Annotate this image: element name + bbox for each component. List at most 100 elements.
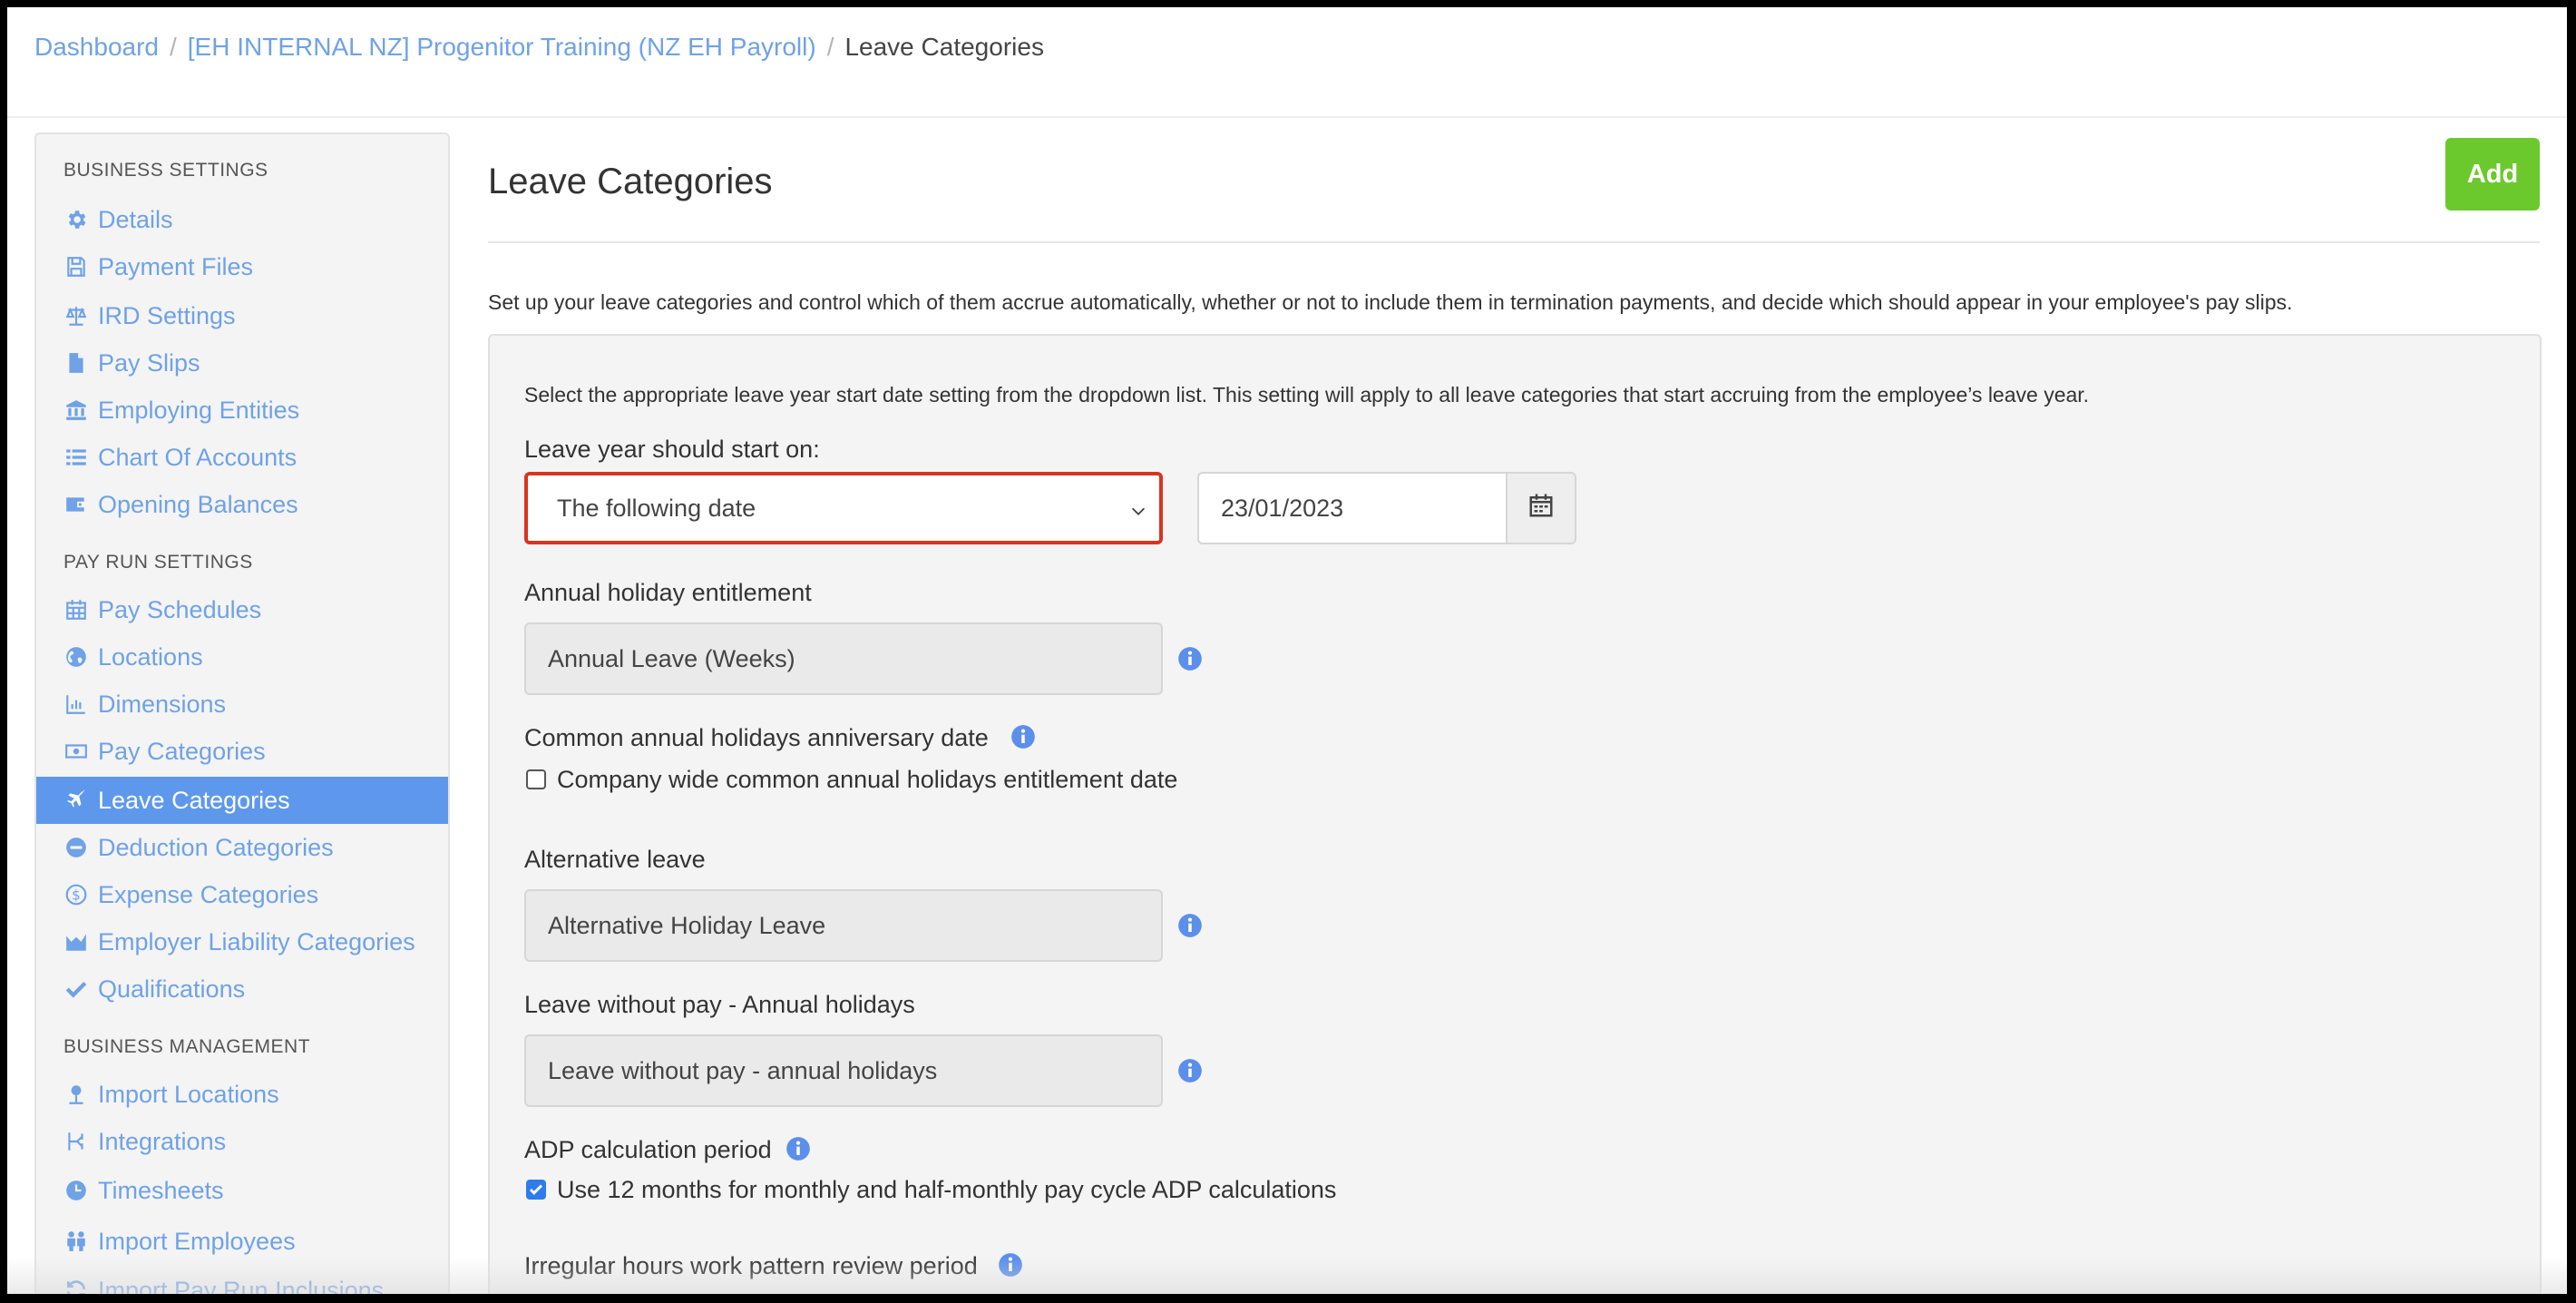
breadcrumb-separator: / [826,33,834,61]
sidebar-item-import-locations[interactable]: Import Locations [36,1071,448,1118]
breadcrumb: Dashboard / [EH INTERNAL NZ] Progenitor Tr… [34,31,1044,64]
info-icon[interactable] [998,1252,1023,1278]
alternative-leave-select[interactable]: Alternative Holiday Leave [524,889,1163,962]
common-anniversary-checkbox[interactable] [526,769,546,789]
area-chart-icon [63,929,89,955]
sidebar-item-label: Import Pay Run Inclusions [98,1276,385,1295]
scale-icon [63,303,89,328]
sidebar-item-label: Opening Balances [98,490,298,518]
title-divider [488,241,2540,243]
sidebar-item-pay-schedules[interactable]: Pay Schedules [36,586,448,633]
sidebar-item-expense-categories[interactable]: $ Expense Categories [36,871,448,918]
sidebar-item-qualifications[interactable]: Qualifications [36,965,448,1013]
breadcrumb-business[interactable]: [EH INTERNAL NZ] Progenitor Training (NZ… [188,33,816,61]
breadcrumb-dashboard[interactable]: Dashboard [34,33,159,61]
svg-text:$: $ [72,887,81,903]
clock-icon [63,1178,89,1203]
chevron-down-icon [1128,499,1148,527]
sidebar-item-pay-categories[interactable]: Pay Categories [36,728,448,775]
list-icon [63,445,89,470]
info-icon[interactable] [785,1136,811,1161]
check-icon [63,976,89,1002]
floppy-icon [63,254,89,279]
alternative-leave-label: Alternative leave [524,846,706,873]
sidebar-item-opening-balances[interactable]: Opening Balances [36,481,448,528]
breadcrumb-current: Leave Categories [844,33,1044,61]
sidebar-item-pay-slips[interactable]: Pay Slips [36,339,448,387]
leave-without-pay-value: Leave without pay - annual holidays [548,1056,938,1084]
sidebar-item-label: Pay Schedules [98,595,262,623]
sidebar-heading-business-management: BUSINESS MANAGEMENT [63,1036,311,1057]
sidebar-item-timesheets[interactable]: Timesheets [36,1167,448,1214]
sidebar-item-label: Import Employees [98,1227,296,1255]
info-icon[interactable] [1177,1058,1203,1083]
alternative-leave-value: Alternative Holiday Leave [548,911,826,939]
sidebar-item-label: Details [98,205,173,233]
sidebar-item-dimensions[interactable]: Dimensions [36,681,448,728]
calendar-icon [63,597,89,622]
adp-period-label: ADP calculation period [524,1136,772,1163]
leave-year-date-value: 23/01/2023 [1221,494,1344,522]
sidebar-item-label: Pay Categories [98,737,266,765]
sidebar-item-label: Locations [98,642,203,671]
sidebar-item-details[interactable]: Details [36,196,448,243]
minus-circle-icon [63,835,89,860]
leave-year-date-input[interactable]: 23/01/2023 [1197,472,1508,544]
header-divider [7,116,2567,118]
add-button[interactable]: Add [2445,138,2540,211]
sidebar-item-locations[interactable]: Locations [36,633,448,681]
gear-icon [63,207,89,232]
common-anniversary-checkbox-label[interactable]: Company wide common annual holidays enti… [557,766,1177,794]
sidebar-item-import-employees[interactable]: Import Employees [36,1218,448,1265]
info-icon[interactable] [1010,724,1036,749]
leave-year-label: Leave year should start on: [524,436,820,463]
leave-without-pay-select[interactable]: Leave without pay - annual holidays [524,1034,1163,1107]
leave-year-start-select[interactable]: The following date [524,472,1163,544]
leave-settings-panel: Select the appropriate leave year start … [488,334,2542,1294]
map-pin-icon [63,1082,89,1107]
adp-12-months-checkbox[interactable] [526,1180,546,1200]
refresh-icon [63,1278,89,1294]
sidebar-item-payment-files[interactable]: Payment Files [36,243,448,290]
wallet-icon [63,492,89,517]
page-title: Leave Categories [488,162,773,201]
sidebar-item-integrations[interactable]: Integrations [36,1118,448,1165]
app-window: Dashboard / [EH INTERNAL NZ] Progenitor Tr… [7,7,2567,1294]
leave-year-start-value: The following date [557,494,756,522]
sidebar-item-employer-liability-categories[interactable]: Employer Liability Categories [36,918,448,965]
breadcrumb-separator: / [169,33,177,61]
sidebar-item-label: Chart Of Accounts [98,443,298,471]
sidebar-item-label: Timesheets [98,1176,224,1204]
sidebar-item-label: Leave Categories [98,786,290,814]
sidebar-item-label: Integrations [98,1127,227,1155]
sidebar-item-employing-entities[interactable]: Employing Entities [36,387,448,434]
sidebar-item-chart-of-accounts[interactable]: Chart Of Accounts [36,434,448,481]
users-icon [63,1229,89,1254]
adp-12-months-checkbox-label[interactable]: Use 12 months for monthly and half-month… [557,1176,1336,1204]
panel-instructions: Select the appropriate leave year start … [524,383,2090,407]
sidebar-heading-business-settings: BUSINESS SETTINGS [63,160,268,181]
sidebar-item-leave-categories[interactable]: Leave Categories [36,777,448,824]
irregular-hours-label: Irregular hours work pattern review peri… [524,1252,978,1279]
sidebar-item-label: Qualifications [98,975,246,1003]
plane-icon [63,788,89,813]
sidebar-item-label: Deduction Categories [98,833,334,861]
sidebar-item-label: IRD Settings [98,301,236,329]
sidebar-item-ird-settings[interactable]: IRD Settings [36,292,448,339]
dollar-circle-icon: $ [63,882,89,907]
info-icon[interactable] [1177,646,1203,671]
file-icon [63,350,89,376]
info-icon[interactable] [1177,913,1203,938]
sidebar-item-import-pay-run-inclusions[interactable]: Import Pay Run Inclusions [36,1267,448,1294]
bank-icon [63,397,89,423]
annual-holiday-select[interactable]: Annual Leave (Weeks) [524,622,1163,695]
annual-holiday-label: Annual holiday entitlement [524,579,812,606]
sidebar-item-deduction-categories[interactable]: Deduction Categories [36,824,448,871]
share-icon [63,1129,89,1154]
calendar-button[interactable] [1506,472,1576,544]
sidebar-heading-pay-run-settings: PAY RUN SETTINGS [63,552,253,573]
sidebar-item-label: Employing Entities [98,396,300,424]
page-description: Set up your leave categories and control… [488,290,2293,314]
leave-without-pay-label: Leave without pay - Annual holidays [524,991,915,1018]
money-icon [63,739,89,764]
